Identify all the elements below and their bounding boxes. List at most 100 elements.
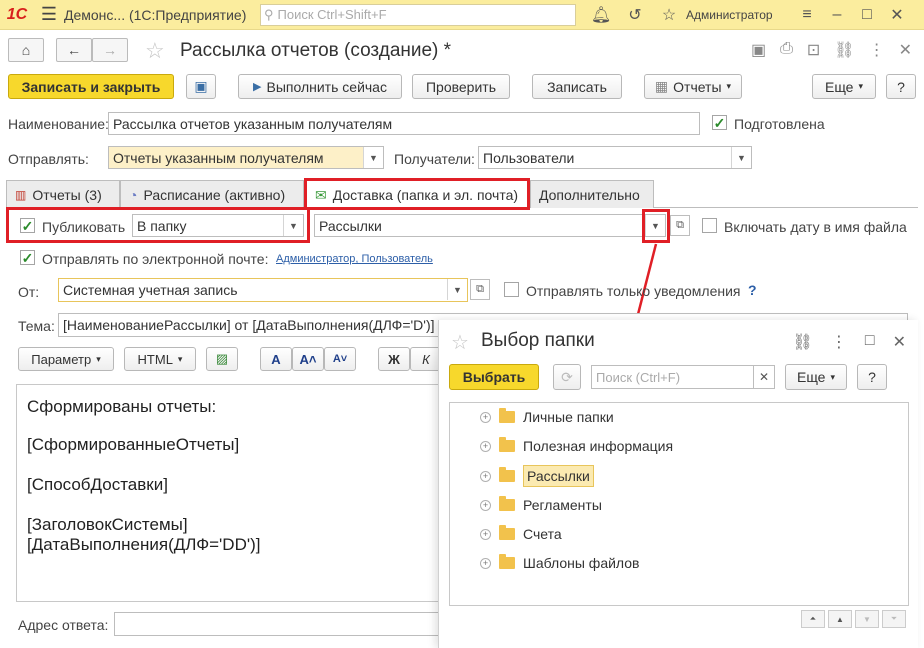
insert-image-button[interactable]: ▨ <box>206 347 238 371</box>
html-format-button[interactable]: HTML ▾ <box>124 347 196 371</box>
chevron-down-icon: ▾ <box>858 81 864 91</box>
preview-icon[interactable]: ⊡ <box>807 40 820 60</box>
close-icon[interactable]: ✕ <box>882 5 912 25</box>
tree-item-selected[interactable]: + Рассылки <box>480 464 594 488</box>
help-button[interactable]: ? <box>886 74 916 99</box>
favorite-star-icon[interactable]: ☆ <box>451 330 469 355</box>
folder-field[interactable]: Рассылки ▼ <box>314 214 666 237</box>
notifications-icon[interactable]: 🔔︎ <box>584 5 618 25</box>
tab-delivery[interactable]: ✉ Доставка (папка и эл. почта) <box>306 180 528 209</box>
more-vertical-icon[interactable]: ⋮ <box>869 40 885 60</box>
dialog-help-button[interactable]: ? <box>857 364 887 390</box>
prepared-checkbox[interactable]: ✓ <box>712 115 727 130</box>
save-and-close-button[interactable]: Записать и закрыть <box>8 74 174 99</box>
include-date-checkbox[interactable] <box>702 218 717 233</box>
folder-value: Рассылки <box>319 217 382 234</box>
history-icon[interactable]: ↺ <box>618 5 652 25</box>
dialog-search-input[interactable]: Поиск (Ctrl+F) <box>591 365 775 389</box>
check-button[interactable]: Проверить <box>412 74 510 99</box>
scroll-up-button[interactable]: ▲ <box>828 610 852 628</box>
message-editor[interactable]: Сформированы отчеты: [СформированныеОтче… <box>16 384 446 602</box>
font-button[interactable]: A <box>260 347 292 371</box>
editor-line: [ДатаВыполнения(ДЛФ='DD')] <box>27 535 261 554</box>
from-account-select[interactable]: Системная учетная запись ▼ <box>58 278 468 302</box>
favorite-star-icon[interactable]: ☆ <box>145 38 165 64</box>
print-icon[interactable]: ⎙ <box>780 40 793 60</box>
maximize-icon[interactable]: □ <box>852 6 882 24</box>
chevron-down-icon[interactable]: ▼ <box>283 215 303 236</box>
expand-icon[interactable]: + <box>480 470 491 482</box>
email-recipients-link[interactable]: Администратор, Пользователь <box>276 253 433 265</box>
reply-address-field[interactable] <box>114 612 444 636</box>
expand-icon[interactable]: + <box>480 411 491 423</box>
chevron-down-icon[interactable]: ▼ <box>447 279 467 300</box>
notify-only-label: Отправлять только уведомления <box>526 283 741 299</box>
font-decrease-button[interactable]: A˅ <box>324 347 356 371</box>
global-search-input[interactable]: ⚲ Поиск Ctrl+Shift+F <box>260 3 576 26</box>
bold-button[interactable]: Ж <box>378 347 410 371</box>
save-button[interactable]: Записать <box>532 74 622 99</box>
arrow-right-icon: → <box>103 42 117 58</box>
scroll-bottom-button[interactable]: ⏷ <box>882 610 906 628</box>
editor-line: [СформированныеОтчеты] <box>27 435 240 454</box>
scroll-top-button[interactable]: ⏶ <box>801 610 825 628</box>
publish-checkbox[interactable]: ✓ <box>20 218 35 233</box>
expand-icon[interactable]: + <box>480 528 491 540</box>
link-icon[interactable]: ⛓ <box>834 40 854 60</box>
save-disk-icon[interactable]: ▣ <box>751 40 766 60</box>
chevron-down-icon[interactable]: ▼ <box>731 147 751 168</box>
chevron-down-icon[interactable]: ▼ <box>363 147 383 168</box>
tree-item-label: Рассылки <box>523 465 594 487</box>
name-field[interactable]: Рассылка отчетов указанным получателям <box>108 112 700 135</box>
back-button[interactable]: ← <box>56 38 92 62</box>
dialog-title: Выбор папки <box>481 330 595 351</box>
current-user[interactable]: Администратор <box>686 8 792 22</box>
main-menu-icon[interactable]: ☰ <box>34 4 64 25</box>
folder-icon <box>499 525 515 540</box>
tree-item[interactable]: + Полезная информация <box>480 434 673 458</box>
favorites-icon[interactable]: ☆ <box>652 5 686 25</box>
open-folder-button[interactable]: ⧉ <box>670 215 690 236</box>
expand-icon[interactable]: + <box>480 557 491 569</box>
notify-only-checkbox[interactable] <box>504 282 519 297</box>
scroll-down-button[interactable]: ▼ <box>855 610 879 628</box>
tree-item-label: Личные папки <box>523 409 614 425</box>
send-mode-value: Отчеты указанным получателям <box>113 149 324 166</box>
tab-additional-label: Дополнительно <box>539 186 640 203</box>
dialog-more-button[interactable]: Еще ▾ <box>785 364 847 390</box>
font-increase-button[interactable]: A˄ <box>292 347 324 371</box>
notify-help-icon[interactable]: ? <box>748 282 757 298</box>
close-icon[interactable]: ✕ <box>893 332 906 352</box>
tab-schedule[interactable]: ◔ Расписание (активно) <box>120 180 304 208</box>
app-settings-icon[interactable]: ≡ <box>792 6 822 24</box>
save-icon-button[interactable]: ▣ <box>186 74 216 99</box>
tree-item[interactable]: + Шаблоны файлов <box>480 551 639 575</box>
more-button[interactable]: Еще ▾ <box>812 74 876 99</box>
email-checkbox[interactable]: ✓ <box>20 250 35 265</box>
tree-item[interactable]: + Регламенты <box>480 493 602 517</box>
parameter-button[interactable]: Параметр ▾ <box>18 347 114 371</box>
refresh-button[interactable]: ⟳ <box>553 364 581 390</box>
tab-reports[interactable]: ▥ Отчеты (3) <box>6 180 120 208</box>
clear-search-icon[interactable]: ✕ <box>753 365 775 389</box>
forward-button[interactable]: → <box>92 38 128 62</box>
home-button[interactable]: ⌂ <box>8 38 44 62</box>
tab-additional[interactable]: Дополнительно <box>530 180 654 208</box>
more-vertical-icon[interactable]: ⋮ <box>831 332 847 352</box>
minimize-icon[interactable]: – <box>822 6 852 24</box>
form-close-icon[interactable]: ✕ <box>899 40 912 60</box>
expand-icon[interactable]: + <box>480 440 491 452</box>
folder-dropdown-button[interactable]: ▼ <box>645 215 665 236</box>
tree-item[interactable]: + Личные папки <box>480 405 614 429</box>
open-account-button[interactable]: ⧉ <box>470 279 490 300</box>
publish-mode-select[interactable]: В папку ▼ <box>132 214 304 237</box>
select-folder-button[interactable]: Выбрать <box>449 364 539 390</box>
reports-menu-button[interactable]: ▦ Отчеты ▾ <box>644 74 742 99</box>
maximize-icon[interactable]: □ <box>865 332 875 352</box>
tree-item[interactable]: + Счета <box>480 522 562 546</box>
link-icon[interactable]: ⛓ <box>793 332 813 352</box>
expand-icon[interactable]: + <box>480 499 491 511</box>
run-now-button[interactable]: ▶ Выполнить сейчас <box>238 74 402 99</box>
recipients-select[interactable]: Пользователи ▼ <box>478 146 752 169</box>
send-mode-select[interactable]: Отчеты указанным получателям ▼ <box>108 146 384 169</box>
